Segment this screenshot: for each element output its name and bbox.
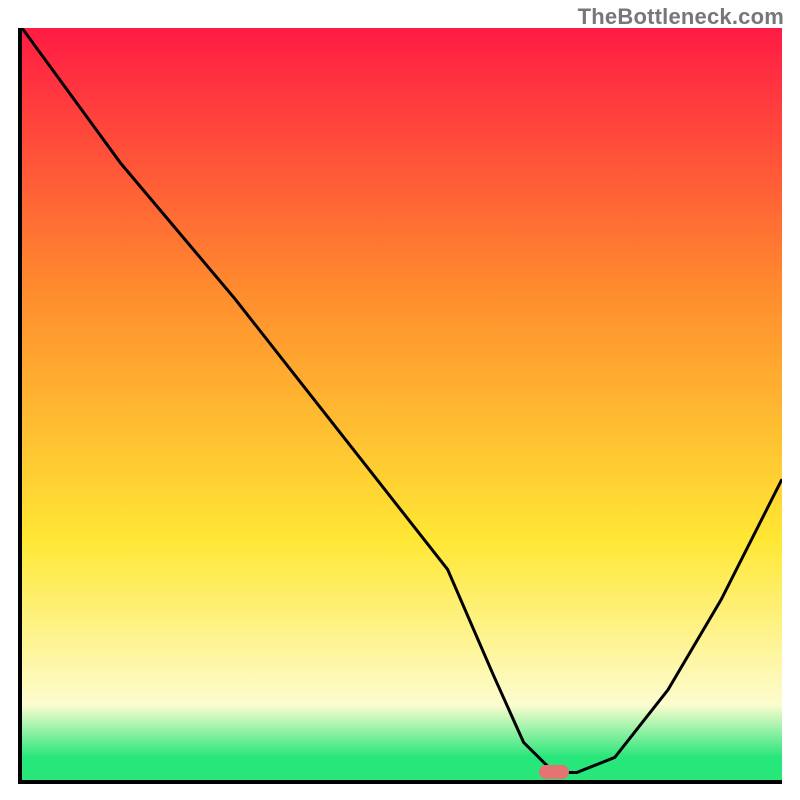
chart-svg (22, 28, 782, 780)
watermark-text: TheBottleneck.com (578, 4, 784, 30)
gradient-background (22, 28, 782, 780)
chart-container: TheBottleneck.com (0, 0, 800, 800)
plot-area (18, 28, 782, 784)
optimal-marker (539, 765, 569, 779)
